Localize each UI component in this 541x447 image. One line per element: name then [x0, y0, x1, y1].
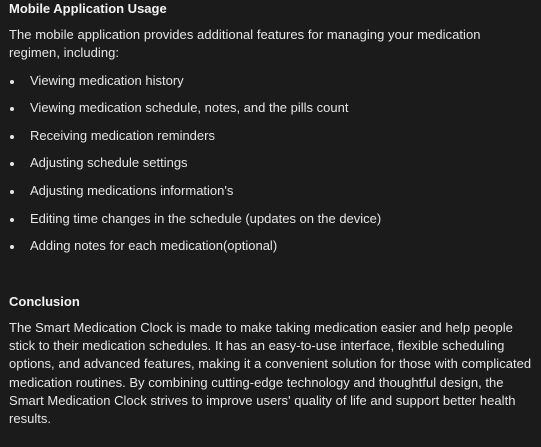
bullet-icon [10, 217, 14, 222]
feature-label: Editing time changes in the schedule (up… [30, 210, 382, 226]
feature-label: Receiving medication reminders [30, 127, 215, 143]
feature-list: Viewing medication history Viewing medic… [9, 72, 532, 265]
bullet-icon [10, 245, 14, 250]
feature-label: Adjusting medications information's [30, 182, 234, 198]
bullet-icon [10, 79, 14, 84]
feature-list-item: Editing time changes in the schedule (up… [9, 210, 532, 238]
conclusion-heading: Conclusion [9, 293, 80, 309]
bullet-icon [10, 162, 14, 167]
feature-list-item: Adjusting schedule settings [9, 154, 532, 182]
feature-list-item: Viewing medication history [9, 72, 532, 100]
feature-list-item: Receiving medication reminders [9, 127, 532, 155]
feature-label: Viewing medication schedule, notes, and … [30, 100, 349, 116]
mobile-usage-intro: The mobile application provides addition… [9, 27, 481, 61]
bullet-icon [10, 134, 14, 139]
feature-label: Adding notes for each medication(optiona… [30, 238, 278, 254]
mobile-usage-heading: Mobile Application Usage [9, 1, 167, 16]
feature-label: Adjusting schedule settings [30, 155, 188, 171]
bullet-icon [10, 107, 14, 112]
document-page: Mobile Application Usage The mobile appl… [0, 0, 541, 447]
conclusion-body: The Smart Medication Clock is made to ma… [9, 319, 532, 427]
bullet-icon [10, 189, 14, 194]
feature-list-item: Viewing medication schedule, notes, and … [9, 99, 532, 127]
feature-label: Viewing medication history [30, 72, 184, 88]
feature-list-item: Adjusting medications information's [9, 182, 532, 210]
feature-list-item: Adding notes for each medication(optiona… [9, 237, 532, 265]
